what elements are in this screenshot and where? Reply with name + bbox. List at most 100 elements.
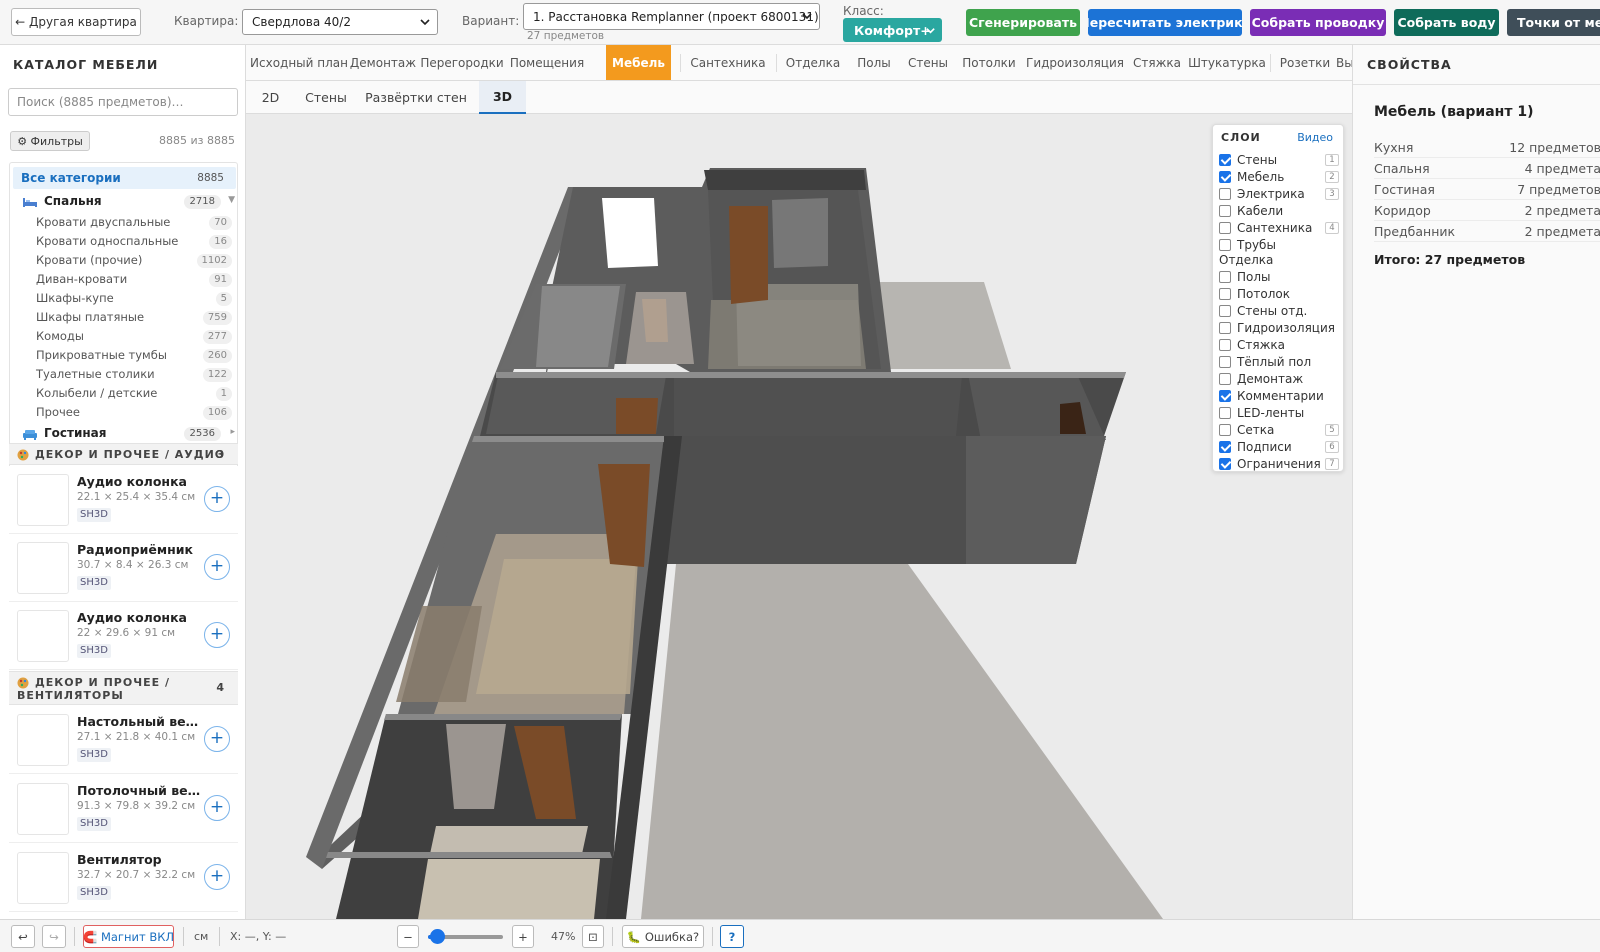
back-to-apartments-button[interactable]: ← Другая квартира — [11, 8, 141, 36]
layers-video-link[interactable]: Видео — [1297, 131, 1333, 144]
category-group-living-room[interactable]: Гостиная 2536 ▸ — [20, 424, 235, 444]
layer-toggle-waterproofing[interactable]: Гидроизоляция — [1219, 320, 1339, 337]
tab-finishing[interactable]: Отделка — [778, 45, 848, 80]
checkbox-icon[interactable] — [1219, 188, 1231, 200]
3d-viewport[interactable]: СЛОИ Видео Стены 1 Мебель 2 Электрика 3 Каб… — [246, 114, 1352, 919]
tab-rooms[interactable]: Помещения — [504, 45, 590, 80]
tab-plumbing[interactable]: Сантехника — [682, 45, 774, 80]
layer-toggle-heated-floor[interactable]: Тёплый пол — [1219, 354, 1339, 371]
points-from-furniture-button[interactable]: Точки от мебели — [1507, 9, 1600, 36]
category-item[interactable]: Диван-кровати 91 — [36, 270, 236, 289]
checkbox-icon[interactable] — [1219, 407, 1231, 419]
checkbox-icon[interactable] — [1219, 390, 1231, 402]
build-wiring-button[interactable]: Собрать проводку — [1250, 9, 1386, 36]
fit-view-button[interactable]: ⊡ — [582, 925, 604, 948]
add-product-button[interactable]: + — [204, 864, 230, 890]
tab-view-wall-unfolds[interactable]: Развёртки стен — [357, 81, 475, 114]
filters-button[interactable]: ⚙ Фильтры — [10, 131, 90, 151]
recalc-electric-button[interactable]: Пересчитать электрику — [1088, 9, 1242, 36]
checkbox-icon[interactable] — [1219, 171, 1231, 183]
tab-plaster[interactable]: Штукатурка — [1186, 45, 1268, 80]
zoom-slider-handle[interactable] — [430, 929, 445, 944]
tab-source-plan[interactable]: Исходный план — [250, 45, 348, 80]
layer-toggle-furniture[interactable]: Мебель 2 — [1219, 169, 1339, 186]
checkbox-icon[interactable] — [1219, 239, 1231, 251]
tab-screed[interactable]: Стяжка — [1128, 45, 1186, 80]
zoom-in-button[interactable]: + — [512, 925, 534, 948]
redo-button[interactable]: ↪ — [42, 925, 66, 948]
layer-toggle-electric[interactable]: Электрика 3 — [1219, 186, 1339, 203]
add-product-button[interactable]: + — [204, 795, 230, 821]
class-select[interactable]: Комфорт+ — [843, 18, 942, 42]
layer-toggle-walls[interactable]: Стены 1 — [1219, 152, 1339, 169]
tab-view-2d[interactable]: 2D — [246, 81, 295, 114]
tab-more[interactable]: Вы — [1336, 45, 1352, 80]
layer-toggle-cables[interactable]: Кабели — [1219, 203, 1339, 220]
layer-toggle-pipes[interactable]: Трубы — [1219, 237, 1339, 254]
apartment-select[interactable]: Свердлова 40/2 — [242, 9, 438, 35]
checkbox-icon[interactable] — [1219, 288, 1231, 300]
generate-button[interactable]: Сгенерировать — [966, 9, 1080, 36]
checkbox-icon[interactable] — [1219, 222, 1231, 234]
tab-partitions[interactable]: Перегородки — [420, 45, 504, 80]
layer-toggle-labels[interactable]: Подписи 6 — [1219, 439, 1339, 456]
3d-floorplan-render[interactable] — [246, 114, 1352, 919]
variant-select[interactable]: 1. Расстановка Remplanner (проект 680013… — [523, 3, 820, 30]
product-card[interactable]: Настольный вентилятор 27.1 × 21.8 × 40.1… — [9, 706, 238, 774]
category-all[interactable]: Все категории 8885 — [13, 167, 236, 189]
product-card[interactable]: Аудио колонка 22.1 × 25.4 × 35.4 см SH3D… — [9, 466, 238, 534]
tab-furniture[interactable]: Мебель — [606, 45, 671, 80]
tab-walls[interactable]: Стены — [900, 45, 956, 80]
build-water-button[interactable]: Собрать воду — [1394, 9, 1499, 36]
product-card[interactable]: Вентилятор 32.7 × 20.7 × 32.2 см SH3D + — [9, 844, 238, 912]
category-item[interactable]: Туалетные столики 122 — [36, 365, 236, 384]
checkbox-icon[interactable] — [1219, 373, 1231, 385]
checkbox-icon[interactable] — [1219, 339, 1231, 351]
product-card[interactable]: Радиоприёмник 30.7 × 8.4 × 26.3 см SH3D … — [9, 534, 238, 602]
tab-demolition[interactable]: Демонтаж — [346, 45, 420, 80]
category-item[interactable]: Шкафы платяные 759 — [36, 308, 236, 327]
checkbox-icon[interactable] — [1219, 356, 1231, 368]
undo-button[interactable]: ↩ — [11, 925, 35, 948]
add-product-button[interactable]: + — [204, 726, 230, 752]
layer-toggle-floors[interactable]: Полы — [1219, 269, 1339, 286]
tab-floors[interactable]: Полы — [848, 45, 900, 80]
category-item[interactable]: Прикроватные тумбы 260 — [36, 346, 236, 365]
layer-toggle-comments[interactable]: Комментарии — [1219, 388, 1339, 405]
checkbox-icon[interactable] — [1219, 205, 1231, 217]
checkbox-icon[interactable] — [1219, 154, 1231, 166]
magnet-toggle-button[interactable]: 🧲 Магнит ВКЛ — [83, 925, 174, 948]
tab-ceilings[interactable]: Потолки — [956, 45, 1022, 80]
zoom-slider[interactable] — [428, 929, 503, 944]
add-product-button[interactable]: + — [204, 554, 230, 580]
product-card[interactable]: Аудио колонка 22 × 29.6 × 91 см SH3D + — [9, 602, 238, 670]
product-card[interactable]: Потолочный вентилятор 91.3 × 79.8 × 39.2… — [9, 775, 238, 843]
checkbox-icon[interactable] — [1219, 305, 1231, 317]
checkbox-icon[interactable] — [1219, 441, 1231, 453]
category-item[interactable]: Кровати односпальные 16 — [36, 232, 236, 251]
checkbox-icon[interactable] — [1219, 322, 1231, 334]
layer-toggle-grid[interactable]: Сетка 5 — [1219, 422, 1339, 439]
checkbox-icon[interactable] — [1219, 271, 1231, 283]
tab-view-3d[interactable]: 3D — [479, 81, 526, 114]
add-product-button[interactable]: + — [204, 486, 230, 512]
layer-toggle-plumbing[interactable]: Сантехника 4 — [1219, 220, 1339, 237]
layer-toggle-constraints[interactable]: Ограничения 7 — [1219, 456, 1339, 473]
category-item[interactable]: Колыбели / детские 1 — [36, 384, 236, 403]
layer-toggle-screed[interactable]: Стяжка — [1219, 337, 1339, 354]
layer-toggle-demolition[interactable]: Демонтаж — [1219, 371, 1339, 388]
zoom-out-button[interactable]: − — [397, 925, 419, 948]
add-product-button[interactable]: + — [204, 622, 230, 648]
layer-toggle-ceiling[interactable]: Потолок — [1219, 286, 1339, 303]
layer-toggle-led[interactable]: LED-ленты — [1219, 405, 1339, 422]
report-bug-button[interactable]: 🐛 Ошибка? — [622, 925, 704, 948]
tab-view-walls[interactable]: Стены — [295, 81, 357, 114]
help-button[interactable]: ? — [720, 925, 744, 948]
category-item[interactable]: Кровати (прочие) 1102 — [36, 251, 236, 270]
tab-waterproofing[interactable]: Гидроизоляция — [1022, 45, 1128, 80]
catalog-search-input[interactable]: Поиск (8885 предметов)… — [8, 88, 238, 116]
tab-sockets[interactable]: Розетки — [1272, 45, 1338, 80]
category-item[interactable]: Комоды 277 — [36, 327, 236, 346]
category-item[interactable]: Прочее 106 — [36, 403, 236, 422]
layer-toggle-wall-finish[interactable]: Стены отд. — [1219, 303, 1339, 320]
